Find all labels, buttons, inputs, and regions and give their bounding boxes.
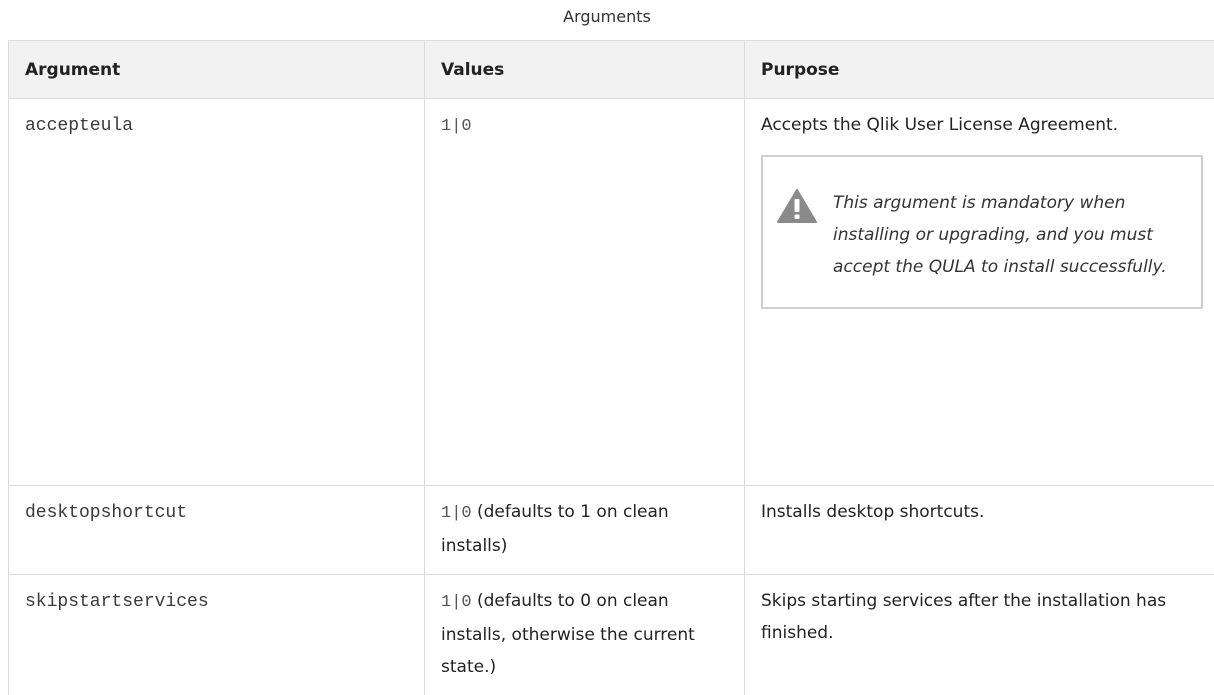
argument-name: desktopshortcut xyxy=(25,503,187,523)
values-cell: 1|0 (defaults to 0 on clean installs, ot… xyxy=(425,575,745,695)
argument-name: skipstartservices xyxy=(25,592,209,612)
argument-cell: accepteula xyxy=(9,99,425,486)
purpose-cell: Installs desktop shortcuts. xyxy=(745,486,1214,575)
values-code: 1|0 xyxy=(441,117,472,136)
table-row: desktopshortcut 1|0 (defaults to 1 on cl… xyxy=(9,486,1214,575)
purpose-cell: Accepts the Qlik User License Agreement.… xyxy=(745,99,1214,486)
argument-cell: skipstartservices xyxy=(9,575,425,695)
column-header-purpose: Purpose xyxy=(745,41,1214,99)
table-header-row: Argument Values Purpose xyxy=(9,41,1214,99)
argument-name: accepteula xyxy=(25,116,133,136)
column-header-values: Values xyxy=(425,41,745,99)
table-caption: Arguments xyxy=(0,4,1214,30)
values-code: 1|0 xyxy=(441,504,472,523)
column-header-argument: Argument xyxy=(9,41,425,99)
values-cell: 1|0 xyxy=(425,99,745,486)
values-code: 1|0 xyxy=(441,593,472,612)
values-cell: 1|0 (defaults to 1 on clean installs) xyxy=(425,486,745,575)
table-row: skipstartservices 1|0 (defaults to 0 on … xyxy=(9,575,1214,695)
warning-note: This argument is mandatory when installi… xyxy=(761,155,1203,309)
warning-note-text: This argument is mandatory when installi… xyxy=(833,187,1187,283)
argument-cell: desktopshortcut xyxy=(9,486,425,575)
purpose-text: Skips starting services after the instal… xyxy=(761,585,1199,649)
values-description: (defaults to 1 on clean installs) xyxy=(441,502,669,556)
purpose-text: Accepts the Qlik User License Agreement. xyxy=(761,109,1199,141)
arguments-table: Argument Values Purpose accepteula 1|0 A… xyxy=(8,40,1214,695)
purpose-text: Installs desktop shortcuts. xyxy=(761,496,1199,528)
values-description: (defaults to 0 on clean installs, otherw… xyxy=(441,591,695,677)
warning-icon xyxy=(777,189,817,223)
table-row: accepteula 1|0 Accepts the Qlik User Lic… xyxy=(9,99,1214,486)
purpose-cell: Skips starting services after the instal… xyxy=(745,575,1214,695)
